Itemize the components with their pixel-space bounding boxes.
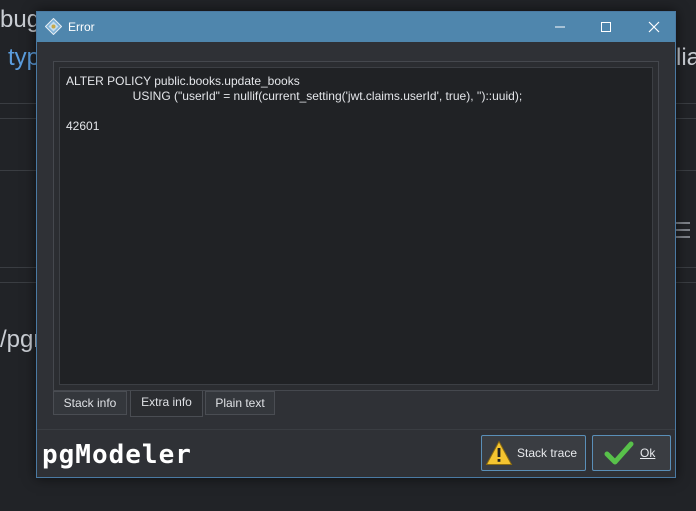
pgmodeler-diamond-icon	[45, 18, 62, 35]
tab-plain-text[interactable]: Plain text	[205, 391, 275, 415]
bg-text-line1: bug	[0, 6, 41, 33]
close-icon	[648, 21, 660, 33]
checkmark-icon	[604, 441, 634, 465]
message-frame: ALTER POLICY public.books.update_books U…	[53, 61, 659, 391]
maximize-icon	[601, 22, 611, 32]
pgmodeler-logo: pgModeler	[42, 440, 192, 470]
warning-icon	[485, 440, 513, 465]
minimize-icon	[555, 26, 565, 28]
ok-label: Ok	[640, 446, 656, 460]
minimize-button[interactable]	[537, 12, 583, 42]
stack-trace-button[interactable]: Stack trace	[481, 435, 586, 471]
tab-extra-info[interactable]: Extra info	[130, 391, 203, 417]
error-message-text[interactable]: ALTER POLICY public.books.update_books U…	[59, 67, 653, 385]
footer-divider	[37, 429, 675, 430]
ok-button[interactable]: Ok	[592, 435, 671, 471]
titlebar[interactable]: Error	[37, 12, 675, 42]
bg-text-right: lia	[676, 44, 696, 71]
dialog-title: Error	[68, 20, 95, 34]
error-dialog: Error ALTER POLICY public.books.update_b…	[36, 11, 676, 478]
maximize-button[interactable]	[583, 12, 629, 42]
tab-stack-info[interactable]: Stack info	[53, 391, 127, 415]
close-button[interactable]	[631, 12, 677, 42]
stack-trace-label: Stack trace	[517, 446, 578, 460]
